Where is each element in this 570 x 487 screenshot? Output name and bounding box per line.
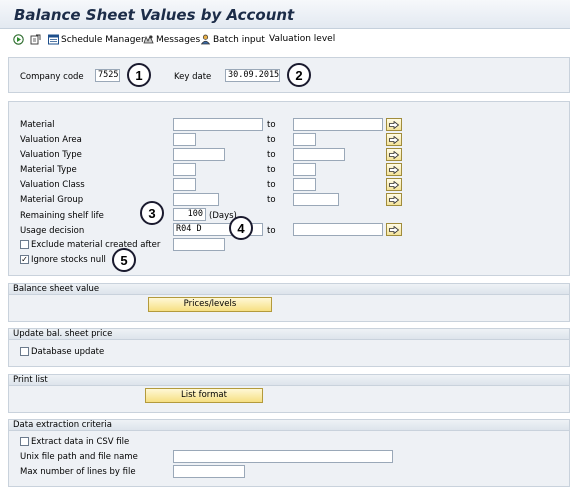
material-type-from-input[interactable] — [173, 163, 196, 176]
valuation-area-to-label: to — [267, 135, 276, 145]
list-format-button[interactable]: List format — [145, 388, 263, 403]
valuation-area-multiple-selection-button[interactable] — [386, 133, 402, 146]
valuation-class-multiple-selection-button[interactable] — [386, 178, 402, 191]
company-code-input[interactable]: 7525 — [95, 69, 120, 82]
data-extraction-section-header: Data extraction criteria — [8, 419, 570, 431]
page-title: Balance Sheet Values by Account — [14, 6, 295, 24]
key-date-input[interactable]: 30.09.2015 — [225, 69, 280, 82]
material-group-to-label: to — [267, 195, 276, 205]
get-variant-button[interactable] — [30, 34, 41, 45]
database-update-label: Database update — [31, 347, 105, 357]
max-lines-input[interactable] — [173, 465, 245, 478]
schedule-manager-button[interactable]: Schedule Manager — [48, 34, 145, 45]
valuation-type-label: Valuation Type — [20, 150, 82, 160]
material-from-input[interactable] — [173, 118, 263, 131]
execute-button[interactable] — [13, 34, 24, 45]
print-list-section-header: Print list — [8, 374, 570, 386]
material-type-to-input[interactable] — [293, 163, 316, 176]
valuation-type-from-input[interactable] — [173, 148, 225, 161]
valuation-type-multiple-selection-button[interactable] — [386, 148, 402, 161]
valuation-type-to-label: to — [267, 150, 276, 160]
callout-2: 2 — [287, 63, 311, 87]
balance-sheet-section-header: Balance sheet value — [8, 283, 570, 295]
batch-input-icon — [200, 34, 211, 45]
print-list-section — [8, 386, 570, 413]
material-label: Material — [20, 120, 55, 130]
valuation-class-to-input[interactable] — [293, 178, 316, 191]
usage-decision-to-input[interactable] — [293, 223, 383, 236]
batch-input-label: Batch input — [213, 34, 265, 45]
schedule-manager-label: Schedule Manager — [61, 34, 145, 45]
key-date-label: Key date — [174, 72, 212, 82]
arrow-right-icon — [389, 180, 399, 189]
shelf-life-label: Remaining shelf life — [20, 211, 104, 221]
material-to-label: to — [267, 120, 276, 130]
material-group-to-input[interactable] — [293, 193, 339, 206]
callout-3: 3 — [140, 201, 164, 225]
exclude-material-date-input[interactable] — [173, 238, 225, 251]
arrow-right-icon — [389, 135, 399, 144]
material-to-input[interactable] — [293, 118, 383, 131]
checkmark-icon: ✓ — [21, 254, 28, 264]
usage-decision-to-label: to — [267, 226, 276, 236]
valuation-level-label: Valuation level — [269, 34, 336, 44]
arrow-right-icon — [389, 225, 399, 234]
usage-decision-multiple-selection-button[interactable] — [386, 223, 402, 236]
arrow-right-icon — [389, 120, 399, 129]
prices-levels-button[interactable]: Prices/levels — [148, 297, 272, 312]
callout-1: 1 — [127, 63, 151, 87]
material-type-multiple-selection-button[interactable] — [386, 163, 402, 176]
unix-path-input[interactable] — [173, 450, 393, 463]
extract-csv-checkbox[interactable] — [20, 437, 29, 446]
messages-label: Messages — [156, 34, 201, 45]
arrow-right-icon — [389, 165, 399, 174]
messages-button[interactable]: Messages — [143, 34, 200, 45]
valuation-class-from-input[interactable] — [173, 178, 196, 191]
batch-input-button[interactable]: Batch input — [200, 34, 265, 45]
valuation-area-to-input[interactable] — [293, 133, 316, 146]
material-group-from-input[interactable] — [173, 193, 219, 206]
application-toolbar: Schedule Manager Messages Batch input Va… — [0, 30, 570, 50]
messages-icon — [143, 34, 154, 45]
database-update-checkbox[interactable] — [20, 347, 29, 356]
company-code-label: Company code — [20, 72, 84, 82]
unix-path-label: Unix file path and file name — [20, 452, 138, 462]
update-price-section-header: Update bal. sheet price — [8, 328, 570, 340]
max-lines-label: Max number of lines by file — [20, 467, 136, 477]
callout-4: 4 — [229, 216, 253, 240]
shelf-life-input[interactable]: 100 — [173, 208, 206, 221]
ignore-stocks-null-label: Ignore stocks null — [31, 255, 106, 265]
material-type-label: Material Type — [20, 165, 77, 175]
schedule-manager-icon — [48, 34, 59, 45]
valuation-level-button[interactable]: Valuation level — [269, 34, 335, 44]
material-multiple-selection-button[interactable] — [386, 118, 402, 131]
material-group-multiple-selection-button[interactable] — [386, 193, 402, 206]
valuation-class-label: Valuation Class — [20, 180, 85, 190]
valuation-area-label: Valuation Area — [20, 135, 82, 145]
arrow-right-icon — [389, 150, 399, 159]
extract-csv-label: Extract data in CSV file — [31, 437, 130, 447]
callout-5: 5 — [112, 248, 136, 272]
valuation-type-to-input[interactable] — [293, 148, 345, 161]
material-group-label: Material Group — [20, 195, 84, 205]
valuation-area-from-input[interactable] — [173, 133, 196, 146]
balance-sheet-section — [8, 295, 570, 322]
usage-decision-label: Usage decision — [20, 226, 85, 236]
exclude-material-label: Exclude material created after — [31, 240, 161, 250]
arrow-right-icon — [389, 195, 399, 204]
ignore-stocks-null-checkbox[interactable]: ✓ — [20, 255, 29, 264]
valuation-class-to-label: to — [267, 180, 276, 190]
exclude-material-checkbox[interactable] — [20, 240, 29, 249]
material-type-to-label: to — [267, 165, 276, 175]
variant-icon — [30, 34, 41, 45]
execute-icon — [13, 34, 24, 45]
